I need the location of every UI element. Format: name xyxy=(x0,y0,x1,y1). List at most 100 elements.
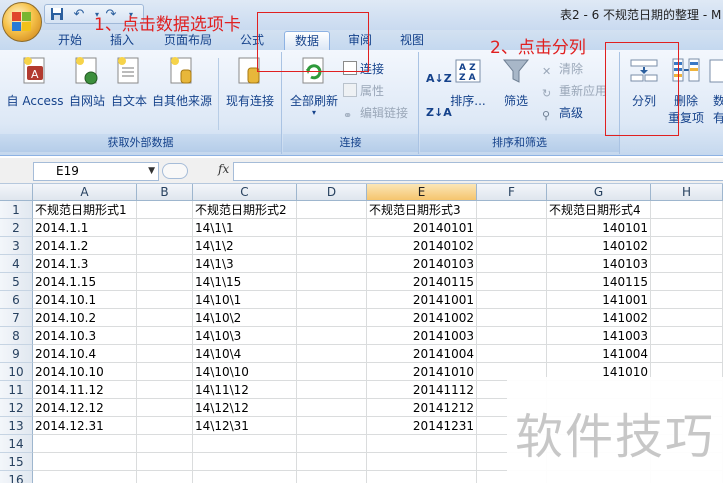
cell-d9[interactable] xyxy=(297,345,367,363)
row-header[interactable]: 8 xyxy=(0,327,33,345)
cell-f9[interactable] xyxy=(477,345,547,363)
cell-c3[interactable]: 14\1\2 xyxy=(193,237,297,255)
cell-g5[interactable]: 140115 xyxy=(547,273,651,291)
cell-d3[interactable] xyxy=(297,237,367,255)
tab-view[interactable]: 视图 xyxy=(390,31,434,50)
save-icon[interactable] xyxy=(49,7,65,22)
cell-e14[interactable] xyxy=(367,435,477,453)
office-button[interactable] xyxy=(2,2,42,42)
cell-e15[interactable] xyxy=(367,453,477,471)
undo-icon[interactable]: ↶ xyxy=(71,7,87,22)
row-header[interactable]: 13 xyxy=(0,417,33,435)
cell-a16[interactable] xyxy=(33,471,137,483)
cell-f8[interactable] xyxy=(477,327,547,345)
cell-e13[interactable]: 20141231 xyxy=(367,417,477,435)
cell-d4[interactable] xyxy=(297,255,367,273)
cell-g1[interactable]: 不规范日期形式4 xyxy=(547,201,651,219)
cell-f6[interactable] xyxy=(477,291,547,309)
cell-b10[interactable] xyxy=(137,363,193,381)
cell-a10[interactable]: 2014.10.10 xyxy=(33,363,137,381)
cell-g4[interactable]: 140103 xyxy=(547,255,651,273)
cell-e8[interactable]: 20141003 xyxy=(367,327,477,345)
cell-e10[interactable]: 20141010 xyxy=(367,363,477,381)
row-header[interactable]: 15 xyxy=(0,453,33,471)
cell-g7[interactable]: 141002 xyxy=(547,309,651,327)
cell-b12[interactable] xyxy=(137,399,193,417)
cell-e16[interactable] xyxy=(367,471,477,483)
row-header[interactable]: 1 xyxy=(0,201,33,219)
cell-a4[interactable]: 2014.1.3 xyxy=(33,255,137,273)
chevron-down-icon[interactable]: ▼ xyxy=(148,163,155,180)
cell-d5[interactable] xyxy=(297,273,367,291)
cell-b8[interactable] xyxy=(137,327,193,345)
cell-b11[interactable] xyxy=(137,381,193,399)
tab-home[interactable]: 开始 xyxy=(48,31,92,50)
row-header[interactable]: 9 xyxy=(0,345,33,363)
cell-g8[interactable]: 141003 xyxy=(547,327,651,345)
cell-c2[interactable]: 14\1\1 xyxy=(193,219,297,237)
cell-g2[interactable]: 140101 xyxy=(547,219,651,237)
data-validation-button[interactable]: 数 有 xyxy=(709,56,723,126)
cell-c7[interactable]: 14\10\2 xyxy=(193,309,297,327)
cell-c12[interactable]: 14\12\12 xyxy=(193,399,297,417)
cell-h4[interactable] xyxy=(651,255,723,273)
cell-d12[interactable] xyxy=(297,399,367,417)
column-header-e[interactable]: E xyxy=(367,184,477,201)
cell-h8[interactable] xyxy=(651,327,723,345)
cell-g6[interactable]: 141001 xyxy=(547,291,651,309)
row-header[interactable]: 11 xyxy=(0,381,33,399)
select-all-corner[interactable] xyxy=(0,184,33,201)
cell-a12[interactable]: 2014.12.12 xyxy=(33,399,137,417)
cell-d6[interactable] xyxy=(297,291,367,309)
cell-b1[interactable] xyxy=(137,201,193,219)
cell-f5[interactable] xyxy=(477,273,547,291)
column-header-h[interactable]: H xyxy=(651,184,723,201)
formula-bar-expand-icon[interactable] xyxy=(162,163,188,179)
column-header-d[interactable]: D xyxy=(297,184,367,201)
cell-d7[interactable] xyxy=(297,309,367,327)
cell-b14[interactable] xyxy=(137,435,193,453)
cell-d14[interactable] xyxy=(297,435,367,453)
row-header[interactable]: 16 xyxy=(0,471,33,483)
cell-c6[interactable]: 14\10\1 xyxy=(193,291,297,309)
sort-button[interactable]: A ZZ A 排序... xyxy=(448,56,488,109)
cell-h6[interactable] xyxy=(651,291,723,309)
row-header[interactable]: 7 xyxy=(0,309,33,327)
cell-e4[interactable]: 20140103 xyxy=(367,255,477,273)
cell-c9[interactable]: 14\10\4 xyxy=(193,345,297,363)
cell-h7[interactable] xyxy=(651,309,723,327)
cell-e12[interactable]: 20141212 xyxy=(367,399,477,417)
cell-a11[interactable]: 2014.11.12 xyxy=(33,381,137,399)
cell-e7[interactable]: 20141002 xyxy=(367,309,477,327)
cell-c1[interactable]: 不规范日期形式2 xyxy=(193,201,297,219)
row-header[interactable]: 2 xyxy=(0,219,33,237)
insert-function-button[interactable]: fx xyxy=(218,162,229,176)
cell-e3[interactable]: 20140102 xyxy=(367,237,477,255)
cell-d13[interactable] xyxy=(297,417,367,435)
cell-c14[interactable] xyxy=(193,435,297,453)
filter-button[interactable]: 筛选 xyxy=(496,56,536,109)
cell-b13[interactable] xyxy=(137,417,193,435)
cell-b15[interactable] xyxy=(137,453,193,471)
cell-d10[interactable] xyxy=(297,363,367,381)
cell-f4[interactable] xyxy=(477,255,547,273)
row-header[interactable]: 14 xyxy=(0,435,33,453)
row-header[interactable]: 3 xyxy=(0,237,33,255)
column-header-g[interactable]: G xyxy=(547,184,651,201)
cell-a9[interactable]: 2014.10.4 xyxy=(33,345,137,363)
column-header-a[interactable]: A xyxy=(33,184,137,201)
cell-h9[interactable] xyxy=(651,345,723,363)
cell-a8[interactable]: 2014.10.3 xyxy=(33,327,137,345)
cell-b16[interactable] xyxy=(137,471,193,483)
row-header[interactable]: 12 xyxy=(0,399,33,417)
properties-button[interactable]: 属性 xyxy=(343,82,384,100)
row-header[interactable]: 6 xyxy=(0,291,33,309)
cell-a6[interactable]: 2014.10.1 xyxy=(33,291,137,309)
row-header[interactable]: 4 xyxy=(0,255,33,273)
formula-input[interactable] xyxy=(233,162,723,181)
from-web-button[interactable]: 自网站 xyxy=(66,56,108,109)
from-access-button[interactable]: A 自 Access xyxy=(6,56,64,109)
cell-c10[interactable]: 14\10\10 xyxy=(193,363,297,381)
cell-e2[interactable]: 20140101 xyxy=(367,219,477,237)
cell-c5[interactable]: 14\1\15 xyxy=(193,273,297,291)
